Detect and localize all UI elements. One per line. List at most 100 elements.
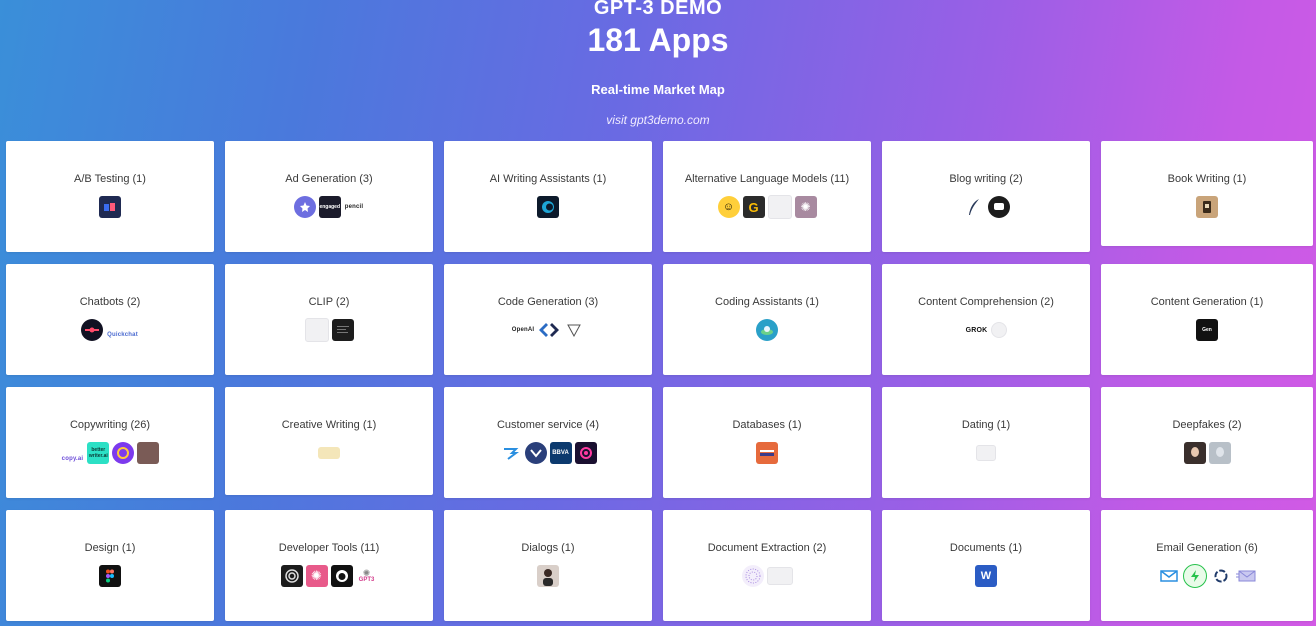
bbva-logo[interactable]: BBVA <box>549 442 572 464</box>
writing-assistant-logo[interactable] <box>537 196 559 218</box>
creative-writing-logo[interactable] <box>318 447 340 459</box>
app-logos <box>225 440 433 466</box>
clip-ghost-logo[interactable] <box>304 318 329 342</box>
chatbot-circle-logo[interactable] <box>81 319 104 341</box>
figma-logo[interactable] <box>99 565 121 587</box>
copy-circle-logo[interactable] <box>112 442 135 464</box>
openai-codex-logo[interactable]: OpenAI <box>511 319 536 341</box>
blog-dark-logo[interactable] <box>987 196 1010 218</box>
category-card-deepfakes[interactable]: Deepfakes (2) <box>1101 387 1313 498</box>
sketch-face-icon <box>1215 447 1224 457</box>
category-card-book-writing[interactable]: Book Writing (1) <box>1101 141 1313 246</box>
app-logos: ✺ ✺ GPT3 <box>225 563 433 589</box>
devtool-openai-logo[interactable]: ✺ <box>305 565 328 587</box>
category-title: Coding Assistants (1) <box>715 296 819 308</box>
category-card-ad-generation[interactable]: Ad Generation (3) engaged pencil <box>225 141 433 252</box>
gpt3-logo[interactable]: ✺ GPT3 <box>355 565 378 587</box>
category-card-chatbots[interactable]: Chatbots (2) Quickchat <box>6 264 214 375</box>
category-title: Documents (1) <box>949 542 1023 554</box>
app-logos: ☺ G ✺ <box>663 194 871 220</box>
extraction-ghost-logo[interactable] <box>766 567 793 585</box>
dialogs-avatar-logo[interactable] <box>537 565 559 587</box>
category-card-code-generation[interactable]: Code Generation (3) OpenAI <box>444 264 652 375</box>
category-card-dating[interactable]: Dating (1) <box>882 387 1090 498</box>
copy-photo-logo[interactable] <box>137 442 160 464</box>
app-logos <box>663 563 871 589</box>
deepfake-face-logo[interactable] <box>1183 442 1206 464</box>
dating-ghost-logo[interactable] <box>976 445 996 461</box>
category-card-copywriting[interactable]: Copywriting (26) copy.ai better writer.a… <box>6 387 214 498</box>
category-card-dialogs[interactable]: Dialogs (1) <box>444 510 652 621</box>
app-logos: OpenAI <box>444 317 652 343</box>
page-header: GPT-3 DEMO 181 Apps Real-time Market Map… <box>0 0 1316 140</box>
apps-count-headline: 181 Apps <box>587 22 729 58</box>
comprehension-ghost-logo[interactable] <box>991 322 1008 338</box>
category-title: AI Writing Assistants (1) <box>489 173 607 185</box>
category-card-document-extraction[interactable]: Document Extraction (2) <box>663 510 871 621</box>
category-card-content-comprehension[interactable]: Content Comprehension (2) GROK <box>882 264 1090 375</box>
email-envelope-logo[interactable] <box>1157 565 1180 587</box>
category-card-coding-assistants[interactable]: Coding Assistants (1) <box>663 264 871 375</box>
service-wave-logo[interactable] <box>499 442 522 464</box>
category-card-alternative-language-models[interactable]: Alternative Language Models (11) ☺ G ✺ <box>663 141 871 252</box>
book-icon <box>1203 201 1211 213</box>
category-card-design[interactable]: Design (1) <box>6 510 214 621</box>
deepfake-sketch-logo[interactable] <box>1208 442 1231 464</box>
email-bolt-logo[interactable] <box>1182 564 1207 588</box>
model-ghost-logo[interactable] <box>767 195 792 219</box>
category-title: Code Generation (3) <box>497 296 599 308</box>
category-title: Design (1) <box>84 542 136 554</box>
category-card-developer-tools[interactable]: Developer Tools (11) ✺ ✺ GPT3 <box>225 510 433 621</box>
ad-gen-badge-logo[interactable] <box>293 196 316 218</box>
category-card-blog-writing[interactable]: Blog writing (2) <box>882 141 1090 252</box>
book-writing-logo[interactable] <box>1196 196 1218 218</box>
app-logos <box>1101 440 1313 466</box>
visit-link[interactable]: visit gpt3demo.com <box>0 113 1316 127</box>
code-arrows-logo[interactable] <box>538 319 561 341</box>
clip-dark-logo[interactable] <box>331 319 354 341</box>
category-card-customer-service[interactable]: Customer service (4) BBVA <box>444 387 652 498</box>
app-logos: GROK <box>882 317 1090 343</box>
app-logos <box>6 563 214 589</box>
openai-logo[interactable]: ✺ <box>794 196 817 218</box>
category-title: Deepfakes (2) <box>1172 419 1242 431</box>
category-card-ai-writing-assistants[interactable]: AI Writing Assistants (1) <box>444 141 652 252</box>
ab-testing-app-logo[interactable] <box>99 196 121 218</box>
category-title: A/B Testing (1) <box>74 173 146 185</box>
dots-ring-icon <box>745 568 760 584</box>
coding-assistant-logo[interactable] <box>756 319 778 341</box>
category-card-email-generation[interactable]: Email Generation (6) <box>1101 510 1313 621</box>
app-logos <box>882 440 1090 466</box>
email-airmail-logo[interactable] <box>1234 565 1257 587</box>
spiral-icon <box>284 569 299 583</box>
category-title: Developer Tools (11) <box>278 542 380 554</box>
github-logo[interactable] <box>330 565 353 587</box>
devtool-swirl-logo[interactable] <box>280 565 303 587</box>
category-title: Copywriting (26) <box>69 419 151 431</box>
grok-logo[interactable]: GROK <box>965 319 989 341</box>
quickchat-logo[interactable]: Quickchat <box>106 324 139 346</box>
code-triangle-logo[interactable] <box>563 319 586 341</box>
email-spinner-logo[interactable] <box>1209 565 1232 587</box>
quill-logo[interactable] <box>962 196 985 218</box>
service-ring-logo[interactable] <box>574 442 597 464</box>
better-writer-logo[interactable]: better writer.ai <box>87 442 110 464</box>
pencil-logo[interactable]: pencil <box>344 196 365 218</box>
category-title: Databases (1) <box>732 419 802 431</box>
word-logo[interactable]: W <box>975 565 997 587</box>
service-chevron-logo[interactable] <box>524 442 547 464</box>
google-bert-logo[interactable]: G <box>742 196 765 218</box>
database-logo[interactable] <box>756 442 778 464</box>
category-card-content-generation[interactable]: Content Generation (1) Gen <box>1101 264 1313 375</box>
copy-ai-logo[interactable]: copy.ai <box>61 448 85 470</box>
hugging-face-logo[interactable]: ☺ <box>717 196 740 218</box>
category-card-creative-writing[interactable]: Creative Writing (1) <box>225 387 433 495</box>
content-gen-logo[interactable]: Gen <box>1196 319 1218 341</box>
category-card-documents[interactable]: Documents (1) W <box>882 510 1090 621</box>
category-card-databases[interactable]: Databases (1) <box>663 387 871 498</box>
ad-gen-dark-logo[interactable]: engaged <box>318 196 341 218</box>
quill-icon <box>968 199 979 215</box>
category-card-ab-testing[interactable]: A/B Testing (1) <box>6 141 214 252</box>
category-card-clip[interactable]: CLIP (2) <box>225 264 433 375</box>
extraction-dots-logo[interactable] <box>741 565 764 587</box>
